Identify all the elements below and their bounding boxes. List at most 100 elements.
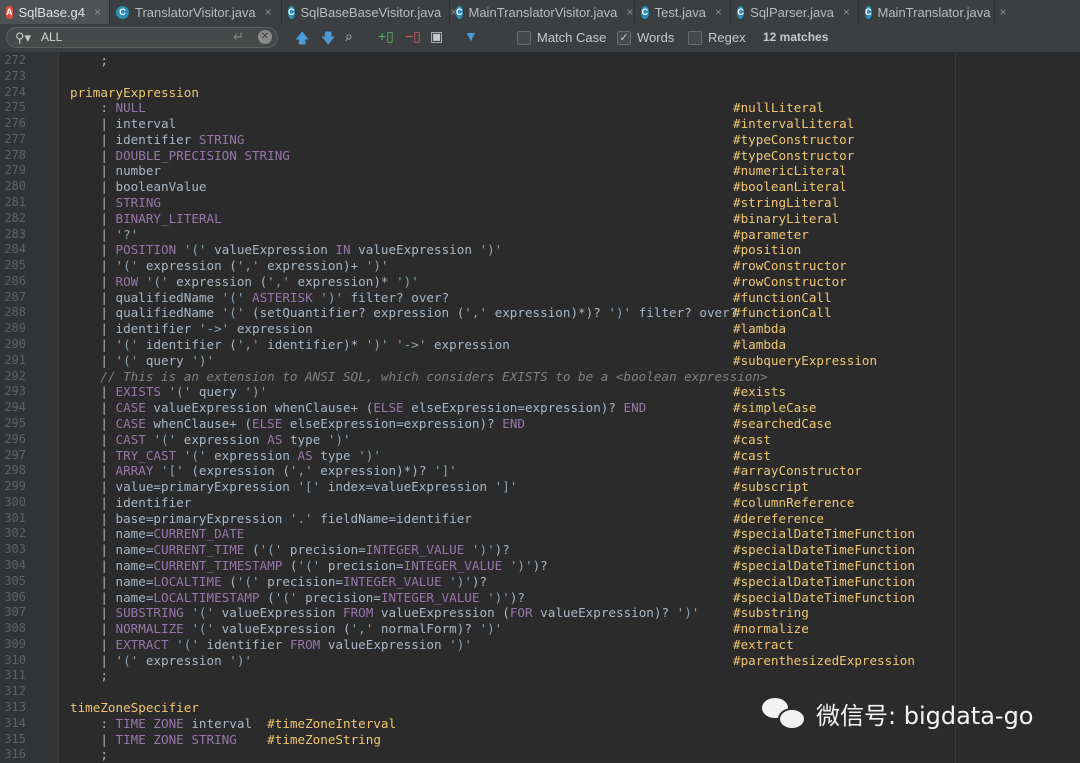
tab-maintranslator-java[interactable]: C MainTranslator.java × bbox=[859, 0, 1006, 24]
code-token: whenClause+ ( bbox=[145, 415, 252, 431]
close-tab-icon[interactable]: × bbox=[715, 5, 722, 19]
filter-icon[interactable]: ▼ bbox=[464, 28, 478, 44]
code-line[interactable]: | booleanValue bbox=[70, 179, 206, 194]
words-checkbox[interactable]: ✓ bbox=[617, 31, 631, 45]
clear-search-icon[interactable]: ✕ bbox=[258, 30, 272, 44]
code-line[interactable]: | interval bbox=[70, 116, 176, 131]
search-field[interactable]: ⚲▾ ALL ↵ ✕ bbox=[6, 27, 278, 48]
code-token: '(' bbox=[153, 431, 177, 447]
code-token: '(' bbox=[183, 447, 207, 463]
code-line[interactable]: | identifier bbox=[70, 495, 191, 510]
line-number: 303 bbox=[4, 542, 26, 557]
code-line[interactable]: | name=LOCALTIMESTAMP ('(' precision=INT… bbox=[70, 590, 525, 605]
code-line[interactable]: | '(' expression ')' bbox=[70, 653, 252, 668]
new-line-icon[interactable]: ↵ bbox=[233, 29, 244, 45]
code-token: expression bbox=[206, 447, 298, 463]
code-line[interactable]: | NORMALIZE '(' valueExpression (',' nor… bbox=[70, 621, 502, 636]
regex-label[interactable]: Regex bbox=[708, 30, 746, 45]
tab-sqlparser-java[interactable]: C SqlParser.java × bbox=[731, 0, 859, 24]
close-tab-icon[interactable]: × bbox=[843, 5, 850, 19]
code-token: EXISTS bbox=[115, 384, 162, 400]
code-line[interactable]: | '(' expression (',' expression)+ ')' bbox=[70, 258, 388, 273]
close-tab-icon[interactable]: × bbox=[626, 5, 633, 19]
code-token: ELSE bbox=[373, 400, 404, 416]
line-number: 311 bbox=[4, 668, 26, 683]
code-token: SUBSTRING bbox=[115, 605, 184, 621]
code-line[interactable]: | qualifiedName '(' (setQuantifier? expr… bbox=[70, 305, 737, 320]
code-line[interactable]: ; bbox=[70, 53, 108, 68]
match-case-label[interactable]: Match Case bbox=[537, 30, 606, 45]
search-icon[interactable]: ⚲▾ bbox=[15, 30, 31, 46]
code-line[interactable]: | name=LOCALTIME ('(' precision=INTEGER_… bbox=[70, 574, 487, 589]
code-line[interactable]: | CASE whenClause+ (ELSE elseExpression=… bbox=[70, 416, 525, 431]
code-line[interactable]: // This is an extension to ANSI SQL, whi… bbox=[70, 369, 767, 384]
code-token: '(' bbox=[221, 305, 245, 321]
tab-maintranslatorvisitor-java[interactable]: C MainTranslatorVisitor.java × bbox=[450, 0, 635, 24]
tab-sqlbasebasevisitor-java[interactable]: C SqlBaseBaseVisitor.java × bbox=[282, 0, 457, 24]
search-input[interactable]: ALL bbox=[41, 30, 62, 44]
code-line[interactable]: : NULL bbox=[70, 100, 146, 115]
add-selection-icon[interactable]: +▯ bbox=[378, 28, 394, 45]
code-token: ')' bbox=[191, 352, 215, 368]
find-all-icon[interactable]: ⌕ bbox=[345, 28, 353, 45]
code-line[interactable]: | name=CURRENT_DATE bbox=[70, 526, 244, 541]
code-line[interactable]: | EXISTS '(' query ')' bbox=[70, 384, 267, 399]
close-tab-icon[interactable]: × bbox=[265, 5, 272, 19]
code-line[interactable]: | DOUBLE_PRECISION STRING bbox=[70, 148, 290, 163]
code-token: '(' bbox=[259, 542, 283, 558]
code-line[interactable]: | '(' identifier (',' identifier)* ')' '… bbox=[70, 337, 510, 352]
previous-occurrence-icon[interactable]: 🡅 bbox=[295, 28, 309, 52]
match-case-checkbox[interactable] bbox=[517, 31, 531, 45]
tab-sqlbase-g4[interactable]: A SqlBase.g4 × bbox=[0, 0, 110, 24]
code-line[interactable]: timeZoneSpecifier bbox=[70, 700, 199, 715]
select-all-occurrences-icon[interactable]: ▣ bbox=[430, 28, 443, 45]
tab-translatorvisitor-java[interactable]: C TranslatorVisitor.java × bbox=[110, 0, 282, 24]
code-token: filter? over? bbox=[631, 305, 738, 321]
tab-test-java[interactable]: C Test.java × bbox=[635, 0, 731, 24]
code-editor[interactable]: ; primaryExpression : NULL #nullLiteral | … bbox=[59, 52, 1080, 763]
code-line[interactable]: | qualifiedName '(' ASTERISK ')' filter?… bbox=[70, 290, 449, 305]
code-line[interactable]: ; bbox=[70, 747, 108, 762]
code-token: normalForm)? bbox=[373, 621, 480, 637]
code-line[interactable]: | POSITION '(' valueExpression IN valueE… bbox=[70, 242, 502, 257]
code-line[interactable]: | TRY_CAST '(' expression AS type ')' bbox=[70, 448, 381, 463]
code-line[interactable]: | TIME ZONE STRING #timeZoneString bbox=[70, 732, 381, 747]
code-line[interactable]: | number bbox=[70, 163, 161, 178]
code-line[interactable]: | ARRAY '[' (expression (',' expression)… bbox=[70, 463, 456, 478]
remove-selection-icon[interactable]: −▯ bbox=[405, 28, 421, 45]
code-line[interactable]: | value=primaryExpression '[' index=valu… bbox=[70, 479, 517, 494]
code-token: )? bbox=[532, 557, 548, 573]
code-token: expression)+ bbox=[259, 258, 366, 274]
code-line[interactable]: | base=primaryExpression '.' fieldName=i… bbox=[70, 511, 472, 526]
code-line[interactable]: | CASE valueExpression whenClause+ (ELSE… bbox=[70, 400, 646, 415]
code-line[interactable]: | '?' bbox=[70, 227, 138, 242]
code-line[interactable]: | SUBSTRING '(' valueExpression FROM val… bbox=[70, 605, 699, 620]
watermark-text: 微信号: bigdata-go bbox=[816, 701, 1034, 730]
next-occurrence-icon[interactable]: 🡇 bbox=[321, 28, 335, 52]
code-line[interactable]: | identifier '->' expression bbox=[70, 321, 312, 336]
code-line[interactable]: ; bbox=[70, 668, 108, 683]
words-label[interactable]: Words bbox=[637, 30, 674, 45]
close-tab-icon[interactable]: × bbox=[999, 5, 1006, 19]
code-line[interactable]: | EXTRACT '(' identifier FROM valueExpre… bbox=[70, 637, 472, 652]
regex-checkbox[interactable] bbox=[688, 31, 702, 45]
code-token: expression bbox=[426, 337, 510, 353]
code-line[interactable]: | CAST '(' expression AS type ')' bbox=[70, 431, 350, 447]
code-token: identifier)* bbox=[259, 337, 366, 353]
code-line[interactable]: | '(' query ')' bbox=[70, 353, 214, 368]
code-line[interactable]: | STRING bbox=[70, 195, 161, 210]
line-number: 314 bbox=[4, 715, 26, 730]
code-line[interactable]: | name=CURRENT_TIME ('(' precision=INTEG… bbox=[70, 542, 510, 557]
code-line[interactable]: : TIME ZONE interval #timeZoneInterval bbox=[70, 716, 396, 731]
code-line[interactable]: | BINARY_LITERAL bbox=[70, 211, 221, 226]
code-line[interactable]: primaryExpression bbox=[70, 85, 199, 100]
code-token: | bbox=[70, 652, 116, 668]
line-number: 308 bbox=[4, 621, 26, 636]
code-line[interactable]: | identifier STRING bbox=[70, 132, 244, 147]
code-token: | bbox=[70, 431, 116, 447]
line-number-gutter[interactable]: 272 273 274 275 276 277 278 279 280 281 282 283 284 2… bbox=[0, 52, 59, 763]
code-line[interactable]: | name=CURRENT_TIMESTAMP ('(' precision=… bbox=[70, 557, 548, 573]
code-line[interactable]: | ROW '(' expression (',' expression)* '… bbox=[70, 274, 419, 289]
close-tab-icon[interactable]: × bbox=[94, 5, 101, 19]
code-token: STRING bbox=[115, 195, 162, 211]
